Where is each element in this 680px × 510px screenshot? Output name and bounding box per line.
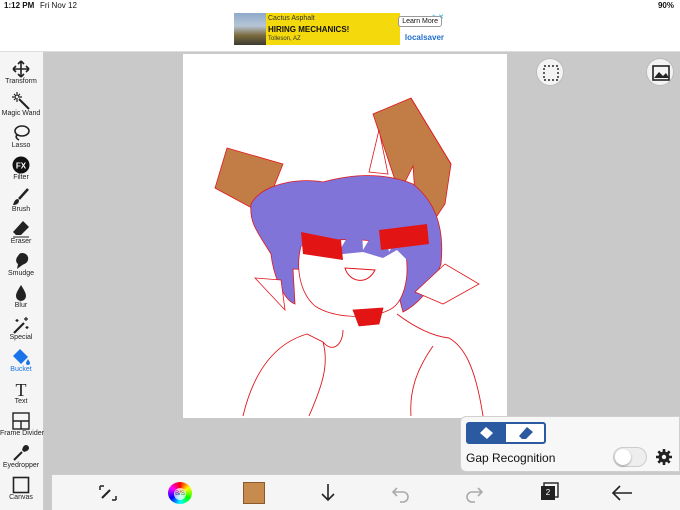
tool-label: Blur <box>14 302 28 309</box>
lasso-icon <box>14 125 30 141</box>
special-icon <box>13 317 29 334</box>
selection-icon <box>543 65 559 81</box>
bucket-fill-icon <box>480 427 493 439</box>
erase-mode-button[interactable] <box>506 424 544 442</box>
undo-button[interactable] <box>389 482 413 504</box>
status-time: 1:12 PM <box>4 1 35 10</box>
ad-banner-area: 1:12 PM Fri Nov 12 90% Cactus Asphalt HI… <box>0 0 680 52</box>
tool-smudge[interactable]: Smudge <box>0 252 42 284</box>
ad-learn-more-button[interactable]: Learn More <box>398 16 442 27</box>
filter-icon: FX <box>12 156 30 174</box>
tool-filter[interactable]: FX Filter <box>0 156 42 188</box>
tool-eraser[interactable]: Eraser <box>0 220 42 252</box>
frame-divider-icon <box>12 412 30 430</box>
undo-icon <box>391 487 409 503</box>
tool-label: Lasso <box>11 142 31 149</box>
tool-lasso[interactable]: Lasso <box>0 124 42 156</box>
eraser-icon <box>519 427 533 439</box>
tool-palette: Transform Magic Wand Lasso FX Filter Bru… <box>0 52 44 510</box>
smudge-icon <box>16 253 29 269</box>
canvas-icon <box>12 476 30 494</box>
ad-brand-logo: localsaver <box>404 33 444 42</box>
artwork <box>214 97 484 417</box>
tool-label: Special <box>9 334 33 341</box>
tool-blur[interactable]: Blur <box>0 284 42 316</box>
text-glyph: T <box>16 380 27 398</box>
arrow-left-icon <box>611 485 632 501</box>
back-button[interactable] <box>610 482 634 504</box>
battery-level: 90% <box>657 1 674 10</box>
ad-company: Cactus Asphalt <box>268 15 315 22</box>
image-icon <box>652 65 670 81</box>
eraser-icon <box>13 221 29 238</box>
tool-label: Magic Wand <box>1 110 41 117</box>
download-button[interactable] <box>316 482 340 504</box>
gallery-button[interactable] <box>646 58 674 86</box>
tool-label: Text <box>14 398 28 405</box>
layer-count: 2 <box>541 486 555 500</box>
tool-bucket[interactable]: Bucket <box>0 348 42 380</box>
gear-icon[interactable] <box>655 448 673 466</box>
toggle-knob <box>615 449 631 465</box>
bottom-toolbar: B/S 2 <box>52 474 680 510</box>
bucket-icon <box>13 349 30 365</box>
ad-headline: HIRING MECHANICS! <box>268 25 350 34</box>
tool-frame-divider[interactable]: Frame Divider <box>0 412 44 444</box>
tool-canvas[interactable]: Canvas <box>0 476 42 508</box>
color-wheel-text: B/S <box>174 488 186 500</box>
tool-label: Filter <box>13 174 29 181</box>
layers-button[interactable]: 2 <box>537 482 561 504</box>
tool-text[interactable]: T Text <box>0 380 42 412</box>
brush-icon <box>13 188 29 205</box>
tool-eyedropper[interactable]: Eyedropper <box>0 444 42 476</box>
status-bar: 1:12 PM Fri Nov 12 90% <box>0 0 680 12</box>
tool-label: Bucket <box>10 366 32 373</box>
eyedropper-icon <box>13 445 29 461</box>
bucket-settings-panel: Gap Recognition <box>460 416 680 472</box>
bucket-mode-segment <box>466 422 546 444</box>
redo-button[interactable] <box>462 482 486 504</box>
color-wheel-button[interactable]: B/S <box>168 482 192 504</box>
selection-button[interactable] <box>536 58 564 86</box>
blur-icon <box>16 285 26 301</box>
gap-recognition-label: Gap Recognition <box>466 451 556 465</box>
tool-special[interactable]: Special <box>0 316 42 348</box>
tool-label: Canvas <box>9 494 33 501</box>
advertisement[interactable]: Cactus Asphalt HIRING MECHANICS! Tolleso… <box>234 13 446 45</box>
transform-brush-icon <box>99 485 117 501</box>
gap-recognition-toggle[interactable] <box>613 447 647 467</box>
tool-label: Smudge <box>7 270 35 277</box>
tool-transform[interactable]: Transform <box>0 60 42 92</box>
text-icon: T <box>16 380 27 398</box>
ad-photo <box>234 13 266 45</box>
tool-label: Brush <box>11 206 31 213</box>
fill-mode-button[interactable] <box>468 424 506 442</box>
arrow-down-icon <box>321 484 335 502</box>
tool-label: Frame Divider <box>0 430 44 437</box>
filter-glyph: FX <box>16 162 27 171</box>
transform-icon <box>12 60 30 78</box>
drawing-canvas[interactable] <box>183 54 507 418</box>
quick-transform-button[interactable] <box>96 482 120 504</box>
current-color-swatch[interactable] <box>243 482 265 504</box>
magic-wand-icon <box>12 92 30 110</box>
status-date: Fri Nov 12 <box>40 1 77 10</box>
tool-brush[interactable]: Brush <box>0 188 42 220</box>
tool-label: Transform <box>5 78 37 85</box>
tool-magic-wand[interactable]: Magic Wand <box>0 92 42 124</box>
redo-icon <box>466 487 484 503</box>
ad-location: Tolleson, AZ <box>268 36 301 42</box>
tool-label: Eyedropper <box>2 462 40 469</box>
tool-label: Eraser <box>10 238 32 245</box>
